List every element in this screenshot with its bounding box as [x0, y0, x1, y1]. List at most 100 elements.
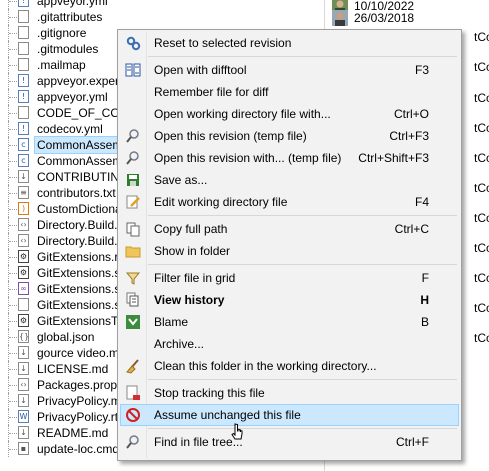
menu-item-label: Reset to selected revision — [154, 36, 292, 50]
csharp-file-icon: c — [18, 154, 29, 167]
tree-file-label: README.md — [37, 426, 109, 440]
menu-item-archive[interactable]: Archive... — [120, 333, 459, 355]
tree-guide-tick — [9, 289, 17, 290]
blame-icon — [125, 314, 141, 330]
magnifier-icon — [125, 150, 141, 166]
menu-item-filter-file-in-grid[interactable]: Filter file in grid F — [120, 267, 459, 289]
commit-author: tCom — [474, 181, 489, 195]
tree-guide-tick — [9, 273, 17, 274]
tree-file-label: Directory.Build.ta — [37, 234, 128, 248]
menu-item-shortcut: F3 — [414, 63, 429, 77]
menu-item-label: Archive... — [154, 337, 205, 351]
tree-guide-tick — [9, 353, 17, 354]
menu-item-find-in-file-tree[interactable]: Find in file tree... Ctrl+F — [120, 431, 459, 453]
menu-item-label: Save as... — [154, 173, 208, 187]
tree-guide-tick — [9, 145, 17, 146]
menu-item-open-working-directory-file-with[interactable]: Open working directory file with... Ctrl+… — [120, 103, 459, 125]
avatar — [332, 10, 348, 26]
menu-separator — [148, 264, 457, 265]
menu-item-shortcut: Ctrl+Shift+F3 — [358, 151, 429, 165]
tree-guide-tick — [9, 401, 17, 402]
menu-item-label: Open this revision (temp file) — [154, 129, 307, 143]
menu-item-shortcut: Ctrl+F — [396, 435, 429, 449]
tree-file-label: GitExtensionsTes — [37, 314, 130, 328]
tree-guide-tick — [9, 337, 17, 338]
menu-item-save-as[interactable]: Save as... — [120, 169, 459, 191]
commit-author: tCom — [474, 60, 489, 74]
folder-icon — [125, 243, 141, 259]
menu-item-show-in-folder[interactable]: Show in folder — [120, 240, 459, 262]
menu-item-view-history[interactable]: View history H — [120, 289, 459, 311]
file-icon: ‹› — [18, 218, 29, 231]
commit-author: tCom — [474, 271, 489, 285]
commit-author: tCom — [474, 331, 489, 345]
tree-guide-tick — [9, 97, 17, 98]
tree-file-label: GitExtensions.sln — [37, 298, 130, 312]
markdown-file-icon: ↓ — [18, 426, 29, 439]
tree-guide-tick — [9, 17, 17, 18]
tree-guide-tick — [9, 225, 17, 226]
file-icon — [18, 58, 29, 71]
copy-icon — [125, 221, 141, 237]
tree-file-label: .mailmap — [37, 58, 86, 72]
file-icon: ‹› — [18, 234, 29, 247]
commit-author: tCom — [474, 211, 489, 225]
menu-item-label: Remember file for diff — [154, 85, 269, 99]
reset-icon — [125, 35, 141, 51]
history-row[interactable]: 26/03/2018 — [326, 9, 489, 27]
menu-item-remember-file-for-diff[interactable]: Remember file for diff — [120, 81, 459, 103]
tree-guide-tick — [9, 129, 17, 130]
commit-author: tCom — [474, 151, 489, 165]
menu-item-shortcut: Ctrl+C — [394, 222, 429, 236]
tree-file-label: gource video.md — [37, 346, 126, 360]
menu-item-reset-to-selected-revision[interactable]: Reset to selected revision — [120, 32, 459, 54]
menu-item-label: View history — [154, 293, 225, 307]
menu-item-open-this-revision-with-temp-file[interactable]: Open this revision with... (temp file) Ct… — [120, 147, 459, 169]
tree-guide-tick — [9, 209, 17, 210]
broom-icon — [125, 358, 141, 374]
menu-item-shortcut: F — [421, 271, 429, 285]
tree-guide-tick — [9, 433, 17, 434]
menu-item-blame[interactable]: Blame B — [120, 311, 459, 333]
file-icon — [18, 106, 29, 119]
menu-item-stop-tracking-this-file[interactable]: Stop tracking this file — [120, 382, 459, 404]
tree-file-label: Packages.props — [37, 378, 124, 392]
tree-file-label: PrivacyPolicy.rtf — [37, 410, 122, 424]
settings-file-icon: ⚙ — [18, 314, 29, 327]
menu-item-label: Copy full path — [154, 222, 228, 236]
tree-file-label: codecov.yml — [37, 122, 103, 136]
tree-guide-tick — [9, 65, 17, 66]
menu-item-copy-full-path[interactable]: Copy full path Ctrl+C — [120, 218, 459, 240]
file-icon: ‹› — [18, 378, 29, 391]
tree-file-label: GitExtensions.se — [37, 266, 128, 280]
menu-item-clean-this-folder-in-the-working-directory[interactable]: Clean this folder in the working directo… — [120, 355, 459, 377]
tree-file-label: .gitignore — [37, 26, 87, 40]
warning-file-icon: ! — [18, 74, 29, 87]
markdown-file-icon: ↓ — [18, 170, 29, 183]
menu-item-open-this-revision-temp-file[interactable]: Open this revision (temp file) Ctrl+F3 — [120, 125, 459, 147]
tree-guide-tick — [9, 49, 17, 50]
tree-file-label: .gitattributes — [37, 10, 103, 24]
menu-item-label: Assume unchanged this file — [154, 408, 301, 422]
settings-file-icon: ⚙ — [18, 266, 29, 279]
rss-file-icon: ) — [18, 202, 29, 215]
cmd-file-icon: ▪ — [18, 442, 29, 455]
commit-author: tCom — [474, 91, 489, 105]
tree-guide-tick — [9, 177, 17, 178]
menu-item-edit-working-directory-file[interactable]: Edit working directory file F4 — [120, 191, 459, 213]
menu-item-assume-unchanged-this-file[interactable]: Assume unchanged this file — [120, 404, 459, 426]
menu-item-open-with-difftool[interactable]: Open with difftool F3 — [120, 59, 459, 81]
tree-guide-tick — [9, 385, 17, 386]
menu-item-label: Edit working directory file — [154, 195, 288, 209]
markdown-file-icon: ↓ — [18, 394, 29, 407]
tree-file-label: Directory.Build.p — [37, 218, 125, 232]
rtf-file-icon: W — [18, 410, 29, 423]
csharp-file-icon: c — [18, 138, 29, 151]
tree-file-item[interactable]: ! appveyor.yml — [0, 0, 325, 9]
menu-item-shortcut: Ctrl+O — [393, 107, 429, 121]
menu-item-label: Blame — [154, 315, 189, 329]
tree-file-item[interactable]: .gitattributes — [0, 9, 325, 25]
warning-file-icon: ! — [18, 90, 29, 103]
difftool-icon — [125, 62, 141, 78]
menu-item-shortcut: Ctrl+F3 — [389, 129, 429, 143]
